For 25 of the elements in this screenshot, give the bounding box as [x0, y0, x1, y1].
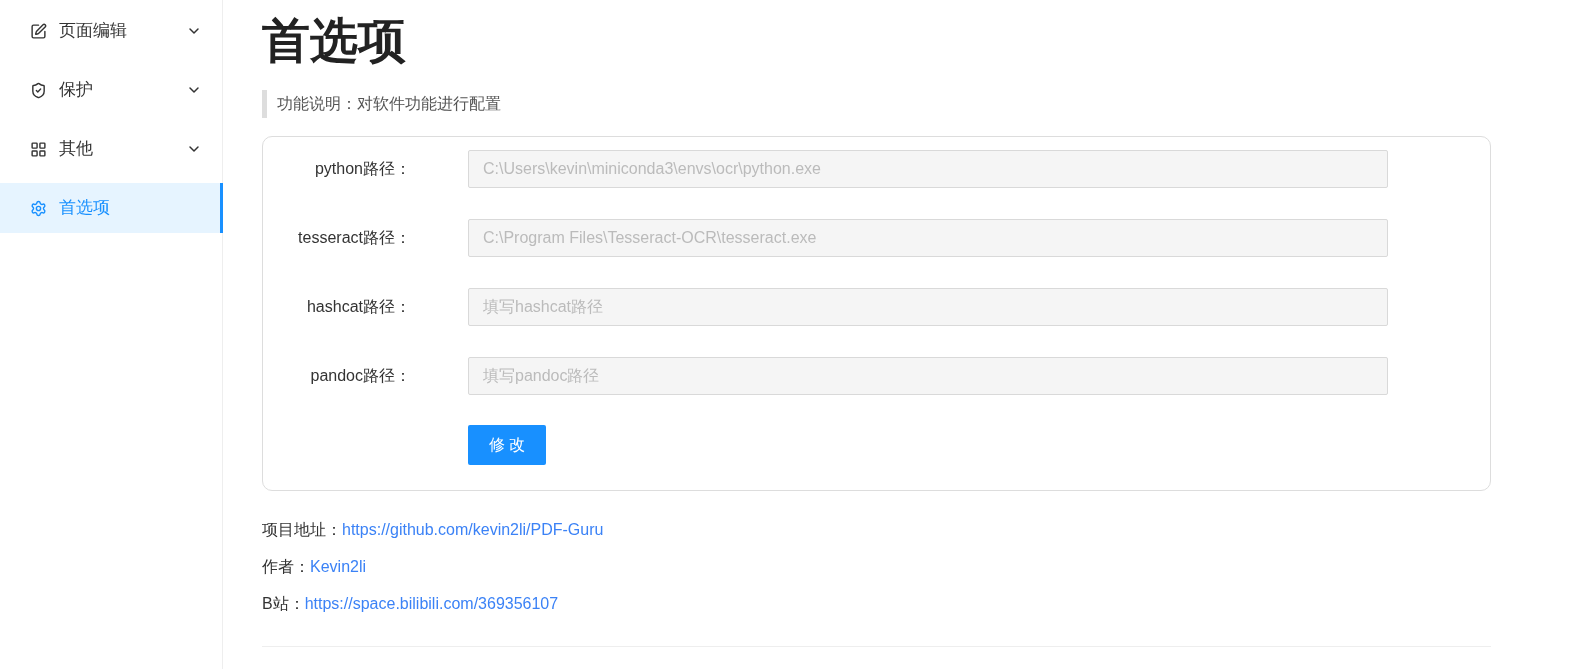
info-link[interactable]: Kevin2li: [310, 554, 367, 579]
sidebar-label: 页面编辑: [59, 20, 128, 43]
sidebar-label: 其他: [59, 138, 94, 161]
info-label: 作者：: [262, 556, 310, 577]
sidebar-label: 首选项: [59, 197, 111, 220]
sidebar-label: 保护: [59, 79, 94, 102]
settings-icon: [30, 199, 47, 217]
sidebar-item[interactable]: 首选项: [0, 183, 223, 233]
info-link[interactable]: https://space.bilibili.com/369356107: [304, 591, 559, 616]
field-label: python路径：: [313, 159, 411, 179]
info-label: B站：: [262, 593, 305, 614]
info-label: 项目地址：: [262, 519, 342, 540]
page-description: 功能说明：对软件功能进行配置: [262, 90, 501, 118]
sidebar-item[interactable]: 其他: [0, 124, 222, 174]
sidebar-item[interactable]: 保护: [0, 65, 222, 115]
field-label: tesseract路径：: [297, 228, 411, 248]
page-title: 首选项: [262, 17, 407, 65]
info-link[interactable]: https://github.com/kevin2li/PDF-Guru: [342, 517, 604, 542]
field-label: pandoc路径：: [309, 366, 411, 386]
submit-button[interactable]: 修 改: [468, 425, 546, 465]
shield-check-icon: [30, 81, 47, 99]
field-label: hashcat路径：: [305, 297, 411, 317]
edit-icon: [30, 22, 47, 40]
sidebar-item[interactable]: 页面编辑: [0, 6, 222, 56]
grid-icon: [30, 140, 47, 158]
